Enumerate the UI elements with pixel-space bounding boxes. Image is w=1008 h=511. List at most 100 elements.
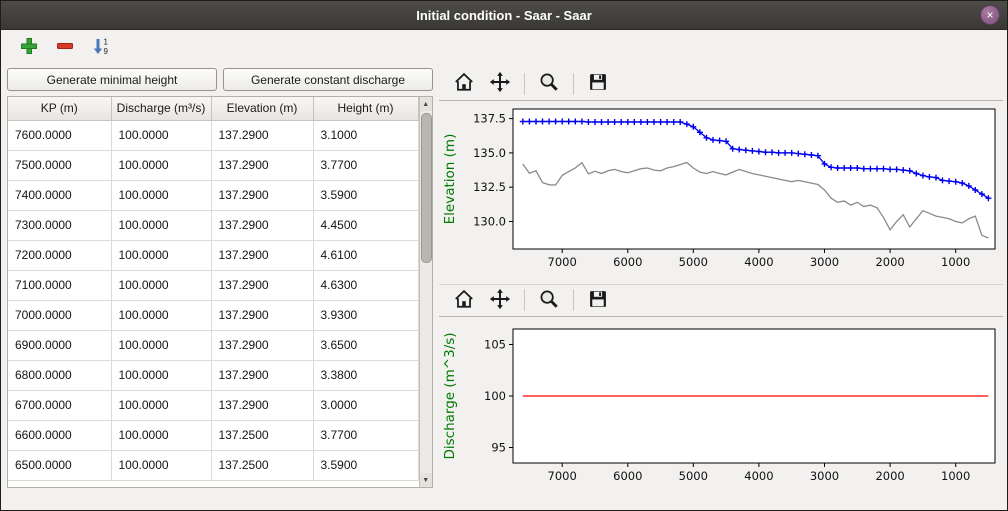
table-cell[interactable]: 100.0000 [111,210,211,240]
table-cell[interactable]: 3.3800 [313,360,418,390]
table-cell[interactable]: 137.2900 [211,270,313,300]
close-button[interactable]: × [980,5,1000,25]
table-cell[interactable]: 6800.0000 [8,360,111,390]
zoom-button[interactable] [534,70,564,98]
table-cell[interactable]: 3.1000 [313,120,418,150]
toolbar-separator [573,289,574,311]
zoom-button[interactable] [534,286,564,314]
scrollbar-track[interactable] [420,111,433,473]
toolbar-separator [524,289,525,311]
left-panel: Generate minimal height Generate constan… [7,68,433,498]
table-cell[interactable]: 137.2900 [211,240,313,270]
svg-text:5000: 5000 [679,255,708,269]
table-cell[interactable]: 4.6100 [313,240,418,270]
table-cell[interactable]: 6500.0000 [8,450,111,480]
svg-text:1: 1 [104,37,109,46]
table-cell[interactable]: 7300.0000 [8,210,111,240]
save-button[interactable] [583,70,613,98]
scroll-down-button[interactable]: ▼ [420,473,433,487]
table-cell[interactable]: 100.0000 [111,240,211,270]
pan-button[interactable] [485,286,515,314]
table-row: 7100.0000100.0000137.29004.6300 [8,270,418,300]
home-button[interactable] [449,70,479,98]
add-row-button[interactable] [15,33,43,61]
delete-row-button[interactable] [51,33,79,61]
column-header-discharge[interactable]: Discharge (m³/s) [111,97,211,120]
svg-text:135.0: 135.0 [473,146,506,160]
table-cell[interactable]: 7200.0000 [8,240,111,270]
table-row: 7300.0000100.0000137.29004.4500 [8,210,418,240]
table-cell[interactable]: 7400.0000 [8,180,111,210]
elevation-chart[interactable]: 7000600050004000300020001000137.5135.013… [439,101,1003,284]
sort-button[interactable]: 1 9 [87,33,115,61]
table-cell[interactable]: 100.0000 [111,390,211,420]
table-cell[interactable]: 137.2900 [211,150,313,180]
table-cell[interactable]: 7000.0000 [8,300,111,330]
table-scrollbar[interactable]: ▲ ▼ [419,97,433,487]
svg-text:95: 95 [491,441,506,455]
table-cell[interactable]: 7600.0000 [8,120,111,150]
svg-text:3000: 3000 [810,255,839,269]
table-cell[interactable]: 6900.0000 [8,330,111,360]
table-cell[interactable]: 3.0000 [313,390,418,420]
floppy-disk-icon [587,288,609,313]
scroll-up-button[interactable]: ▲ [420,97,433,111]
table-row: 7000.0000100.0000137.29003.9300 [8,300,418,330]
table-cell[interactable]: 137.2500 [211,420,313,450]
initial-condition-table: KP (m) Discharge (m³/s) Elevation (m) He… [7,96,433,488]
svg-text:100: 100 [484,389,506,403]
generate-minimal-height-button[interactable]: Generate minimal height [7,68,217,91]
svg-text:9: 9 [104,47,109,56]
table-cell[interactable]: 137.2900 [211,300,313,330]
table-cell[interactable]: 3.9300 [313,300,418,330]
table-cell[interactable]: 137.2900 [211,390,313,420]
table-cell[interactable]: 100.0000 [111,420,211,450]
pan-button[interactable] [485,70,515,98]
home-icon [453,288,475,313]
table-cell[interactable]: 3.6500 [313,330,418,360]
titlebar[interactable]: Initial condition - Saar - Saar × [1,1,1007,30]
table-cell[interactable]: 6700.0000 [8,390,111,420]
window-title: Initial condition - Saar - Saar [416,8,592,23]
discharge-chart[interactable]: 700060005000400030002000100010510095Disc… [439,317,1003,498]
table-cell[interactable]: 100.0000 [111,330,211,360]
table-cell[interactable]: 137.2900 [211,330,313,360]
table-cell[interactable]: 4.4500 [313,210,418,240]
table-cell[interactable]: 3.7700 [313,420,418,450]
svg-text:Discharge (m^3/s): Discharge (m^3/s) [442,332,458,459]
table-cell[interactable]: 137.2900 [211,360,313,390]
table-cell[interactable]: 100.0000 [111,270,211,300]
svg-text:4000: 4000 [744,255,773,269]
table-cell[interactable]: 100.0000 [111,450,211,480]
table-cell[interactable]: 7500.0000 [8,150,111,180]
home-button[interactable] [449,286,479,314]
table-cell[interactable]: 100.0000 [111,120,211,150]
table-cell[interactable]: 3.5900 [313,180,418,210]
scrollbar-thumb[interactable] [421,113,432,263]
table-cell[interactable]: 137.2900 [211,120,313,150]
table-cell[interactable]: 3.5900 [313,450,418,480]
table-cell[interactable]: 7100.0000 [8,270,111,300]
svg-text:5000: 5000 [679,469,708,483]
svg-text:3000: 3000 [810,469,839,483]
table-cell[interactable]: 6600.0000 [8,420,111,450]
table-cell[interactable]: 100.0000 [111,150,211,180]
table-cell[interactable]: 137.2900 [211,180,313,210]
column-header-elevation[interactable]: Elevation (m) [211,97,313,120]
column-header-kp[interactable]: KP (m) [8,97,111,120]
table-cell[interactable]: 100.0000 [111,180,211,210]
table-header-row: KP (m) Discharge (m³/s) Elevation (m) He… [8,97,418,120]
table-cell[interactable]: 4.6300 [313,270,418,300]
table-cell[interactable]: 137.2500 [211,450,313,480]
table-cell[interactable]: 100.0000 [111,300,211,330]
table-cell[interactable]: 3.7700 [313,150,418,180]
table-row: 6900.0000100.0000137.29003.6500 [8,330,418,360]
table-cell[interactable]: 137.2900 [211,210,313,240]
save-button[interactable] [583,286,613,314]
table-row: 6700.0000100.0000137.29003.0000 [8,390,418,420]
column-header-height[interactable]: Height (m) [313,97,418,120]
elevation-plot-toolbar [439,68,1003,101]
generate-constant-discharge-button[interactable]: Generate constant discharge [223,68,433,91]
table-cell[interactable]: 100.0000 [111,360,211,390]
svg-text:6000: 6000 [613,255,642,269]
